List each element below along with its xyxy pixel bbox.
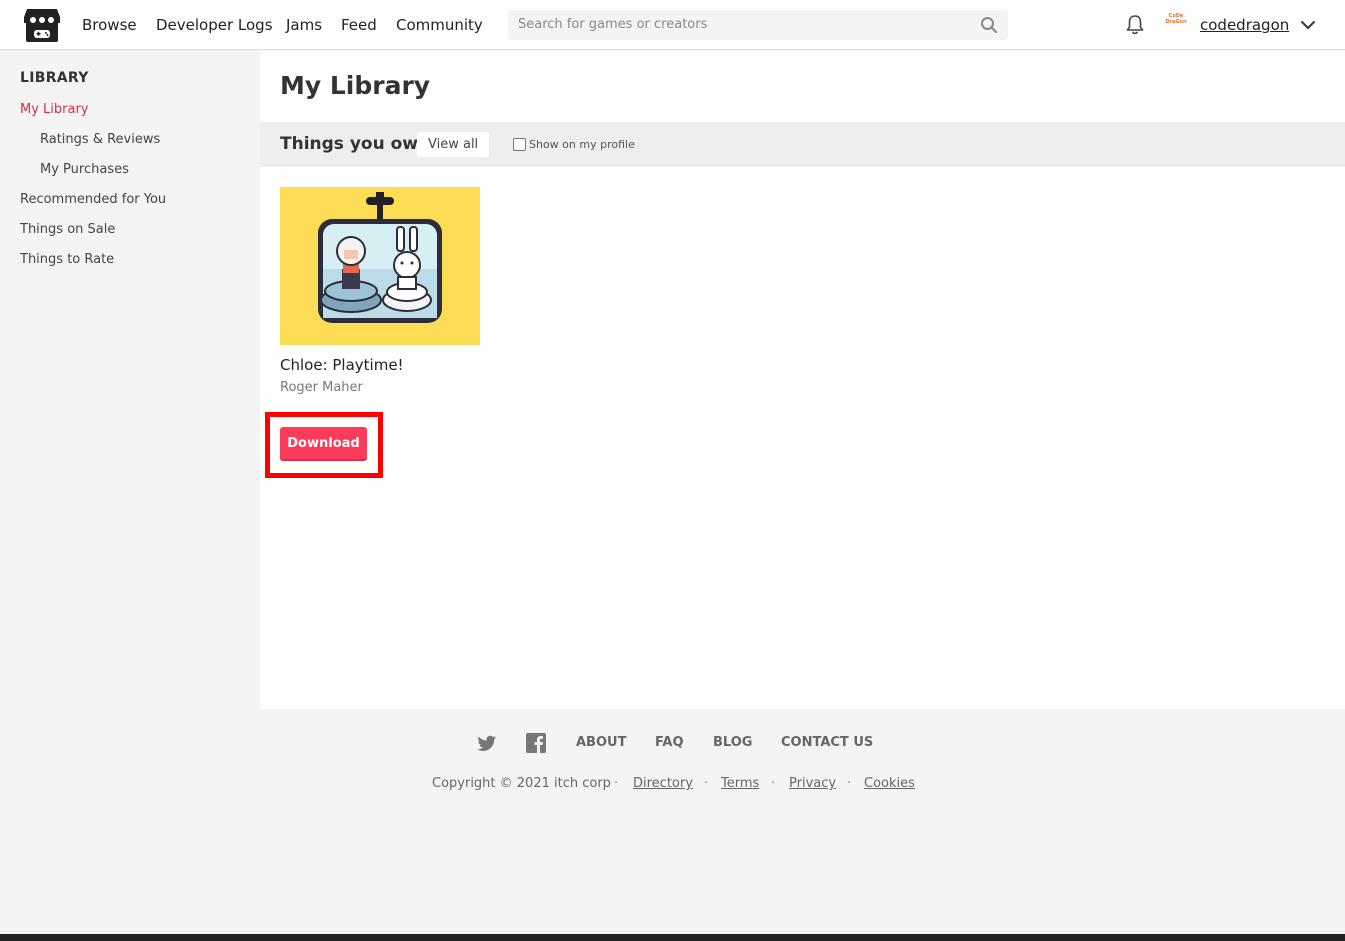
footer-blog-link[interactable]: BLOG	[713, 735, 752, 750]
separator-dot: ·	[771, 776, 776, 791]
sidebar-item-things-on-sale[interactable]: Things on Sale	[20, 222, 115, 237]
nav-feed[interactable]: Feed	[341, 0, 377, 50]
username-link[interactable]: codedragon	[1200, 0, 1289, 50]
game-author-link[interactable]: Roger Maher	[280, 380, 363, 395]
game-cover-art	[280, 187, 480, 345]
search-placeholder: Search for games or creators	[518, 17, 708, 32]
separator-dot: ·	[614, 776, 619, 791]
footer-about-link[interactable]: ABOUT	[576, 735, 626, 750]
nav-browse[interactable]: Browse	[82, 0, 137, 50]
sidebar-item-ratings-reviews[interactable]: Ratings & Reviews	[40, 132, 160, 147]
things-you-own-bar: Things you own View all Show on my profi…	[260, 122, 1345, 167]
nav-community[interactable]: Community	[396, 0, 483, 50]
sidebar-item-my-library[interactable]: My Library	[20, 102, 89, 117]
sidebar-item-my-purchases[interactable]: My Purchases	[40, 162, 129, 177]
user-avatar[interactable]: CoDe DraGon	[1163, 13, 1189, 37]
nav-developer-logs[interactable]: Developer Logs	[156, 0, 273, 50]
footer-contact-link[interactable]: CONTACT US	[781, 735, 873, 750]
section-title: Things you own	[280, 134, 431, 154]
main-content: My Library Things you own View all Show …	[260, 51, 1345, 709]
separator-dot: ·	[847, 776, 852, 791]
itch-logo-icon[interactable]	[23, 7, 61, 43]
sidebar-heading: LIBRARY	[20, 70, 89, 86]
top-header: Browse Developer Logs Jams Feed Communit…	[0, 0, 1345, 50]
sidebar-item-things-to-rate[interactable]: Things to Rate	[20, 252, 114, 267]
footer-privacy-link[interactable]: Privacy	[789, 776, 836, 791]
show-on-profile-checkbox[interactable]: Show on my profile	[513, 122, 635, 167]
game-title-link[interactable]: Chloe: Playtime!	[280, 356, 404, 374]
sidebar-item-recommended[interactable]: Recommended for You	[20, 192, 166, 207]
notification-bell-icon[interactable]	[1125, 14, 1145, 36]
checkbox-box[interactable]	[513, 137, 526, 151]
download-button[interactable]: Download	[280, 427, 367, 461]
footer-faq-link[interactable]: FAQ	[655, 735, 684, 750]
search-icon[interactable]	[980, 16, 998, 34]
facebook-icon[interactable]	[526, 733, 546, 753]
footer-terms-link[interactable]: Terms	[721, 776, 759, 791]
bottom-edge-bar	[0, 934, 1345, 941]
view-all-button[interactable]: View all	[417, 132, 490, 157]
footer-directory-link[interactable]: Directory	[633, 776, 693, 791]
nav-jams[interactable]: Jams	[286, 0, 322, 50]
separator-dot: ·	[704, 776, 709, 791]
checkbox-label: Show on my profile	[529, 138, 635, 151]
library-sidebar: LIBRARY My Library Ratings & Reviews My …	[0, 51, 260, 709]
page-title: My Library	[280, 71, 431, 100]
footer-cookies-link[interactable]: Cookies	[864, 776, 915, 791]
twitter-icon[interactable]	[477, 733, 497, 753]
game-thumbnail[interactable]	[280, 187, 480, 345]
copyright-text: Copyright © 2021 itch corp	[432, 776, 611, 791]
chevron-down-icon[interactable]	[1300, 17, 1316, 33]
search-input[interactable]: Search for games or creators	[508, 10, 1008, 40]
